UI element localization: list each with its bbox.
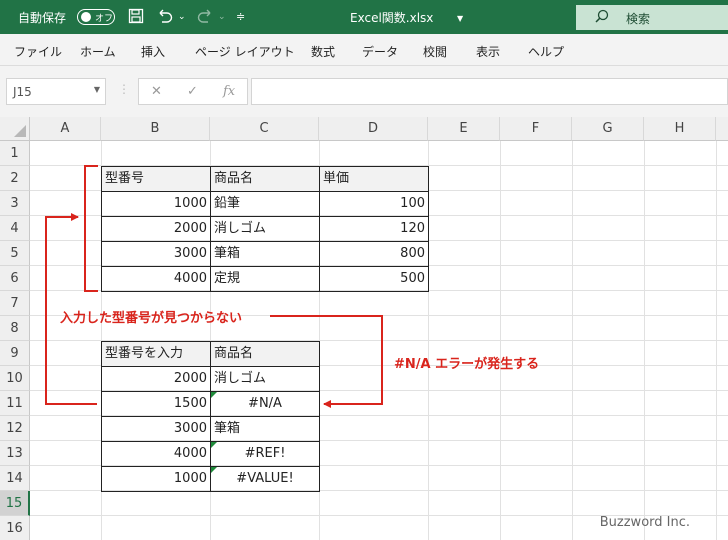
search-box[interactable]: 検索 (576, 5, 728, 30)
customize-toolbar-icon[interactable]: ≑ (236, 10, 245, 23)
title-bar: 自動保存 オフ ⌄ ⌄ ≑ Excel関数.xlsx ▼ 検索 (0, 0, 728, 34)
worksheet-grid: A B C D E F G H 1 2 3 4 5 6 7 8 9 10 11 … (0, 117, 728, 540)
toggle-knob (81, 12, 91, 22)
search-label: 検索 (626, 12, 651, 26)
tab-insert[interactable]: 挿入 (141, 43, 165, 60)
tab-formulas[interactable]: 数式 (311, 43, 335, 60)
formula-input[interactable] (251, 78, 728, 105)
undo-icon[interactable] (156, 8, 174, 28)
title-dropdown-icon[interactable]: ▼ (457, 14, 463, 23)
autosave-toggle[interactable]: オフ (77, 9, 115, 25)
insert-function-icon[interactable]: fx (223, 84, 235, 99)
formula-bar: J15 ▼ ⋮ ✕ ✓ fx (0, 66, 728, 119)
redo-icon[interactable] (196, 8, 214, 28)
search-icon (594, 8, 610, 27)
table1-bracket (84, 165, 98, 292)
tab-data[interactable]: データ (362, 43, 398, 60)
formula-buttons: ✕ ✓ fx (138, 78, 248, 105)
name-box[interactable]: J15 ▼ (6, 78, 106, 105)
toggle-label: オフ (95, 14, 114, 24)
cancel-icon[interactable]: ✕ (151, 84, 162, 99)
watermark: Buzzword Inc. (599, 515, 690, 530)
document-title: Excel関数.xlsx (350, 11, 434, 25)
enter-icon[interactable]: ✓ (187, 84, 198, 99)
formula-bar-separator-icon[interactable]: ⋮ (118, 82, 130, 96)
tab-home[interactable]: ホーム (80, 43, 116, 60)
save-icon[interactable] (128, 8, 144, 28)
undo-dropdown-icon[interactable]: ⌄ (178, 12, 186, 22)
autosave-label: 自動保存 (18, 11, 67, 25)
name-box-value: J15 (13, 85, 32, 99)
lookup-arrow-right (270, 315, 383, 408)
name-box-dropdown-icon[interactable]: ▼ (94, 85, 100, 94)
annotation-not-found: 入力した型番号が見つからない (60, 311, 243, 326)
redo-dropdown-icon[interactable]: ⌄ (218, 12, 226, 22)
tab-review[interactable]: 校閲 (423, 43, 447, 60)
annotation-na-error: #N/A エラーが発生する (394, 357, 540, 372)
annotation-arrows (45, 165, 383, 408)
tab-help[interactable]: ヘルプ (528, 43, 564, 60)
tab-file[interactable]: ファイル (14, 43, 62, 60)
ribbon-tabs: ファイル ホーム 挿入 ページ レイアウト 数式 データ 校閲 表示 ヘルプ (0, 34, 728, 66)
tab-page-layout[interactable]: ページ レイアウト (195, 43, 295, 60)
tab-view[interactable]: 表示 (476, 43, 500, 60)
